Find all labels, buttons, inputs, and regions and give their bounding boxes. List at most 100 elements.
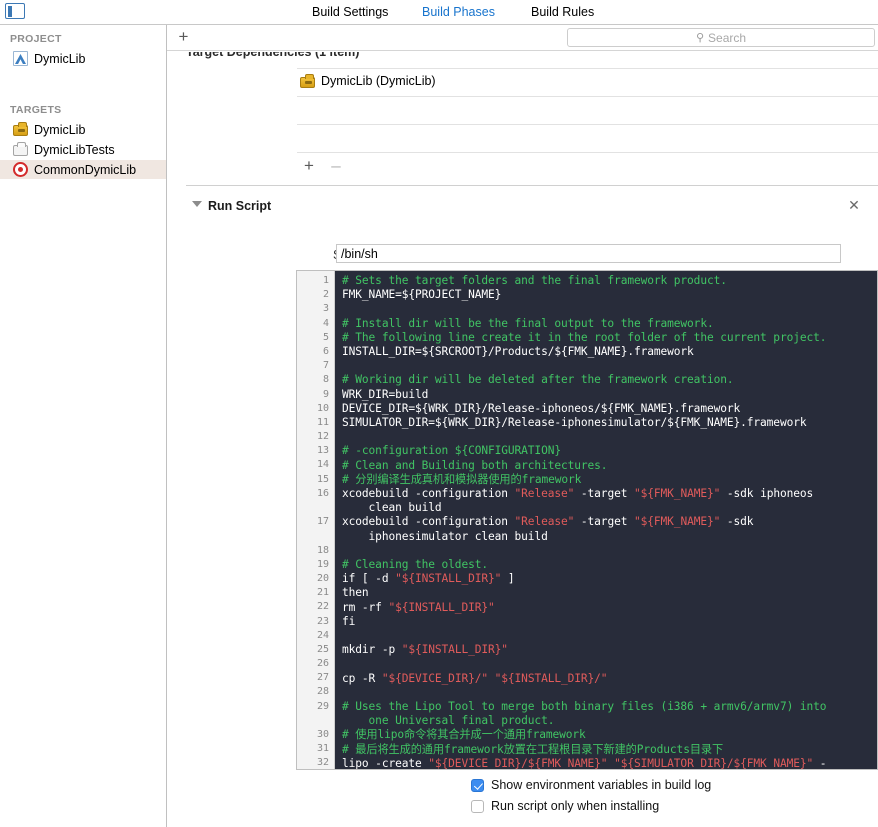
- sidebar-item-label: DymicLibTests: [34, 143, 115, 157]
- bullseye-target-icon: [13, 162, 28, 177]
- code-line: lipo -create "${DEVICE_DIR}/${FMK_NAME}"…: [342, 757, 877, 769]
- code-token: # The following line create it in the ro…: [342, 331, 826, 344]
- code-token: lipo -create: [342, 757, 428, 769]
- tab-build-settings[interactable]: Build Settings: [312, 5, 388, 19]
- xcode-build-phases-window: Build Settings Build Phases Build Rules …: [0, 0, 878, 827]
- code-line: [342, 430, 877, 444]
- row-divider: [297, 96, 878, 97]
- code-token: # Uses the Lipo Tool to merge both binar…: [342, 700, 826, 727]
- line-number: 26: [297, 657, 334, 671]
- script-code-editor[interactable]: 1234567891011121314151617181920212223242…: [296, 270, 878, 770]
- code-line: # Uses the Lipo Tool to merge both binar…: [342, 700, 877, 728]
- run-when-installing-row[interactable]: Run script only when installing: [471, 799, 659, 813]
- code-line: cp -R "${DEVICE_DIR}/" "${INSTALL_DIR}/": [342, 672, 877, 686]
- chevron-down-icon[interactable]: [192, 201, 202, 207]
- row-divider: [297, 68, 878, 69]
- row-divider: [297, 124, 878, 125]
- code-line: [342, 657, 877, 671]
- code-line: # Install dir will be the final output t…: [342, 317, 877, 331]
- code-line: [342, 359, 877, 373]
- line-number: 6: [297, 345, 334, 359]
- sidebar-item-target-commondymiclib[interactable]: CommonDymicLib: [0, 160, 166, 179]
- code-token: # 最后将生成的通用framework放置在工程根目录下新建的Products目…: [342, 743, 723, 756]
- code-token: "${INSTALL_DIR}": [395, 572, 501, 585]
- sidebar-group-targets: TARGETS: [10, 104, 62, 116]
- line-number: 17: [297, 515, 334, 543]
- add-dependency-button[interactable]: +: [300, 157, 318, 175]
- search-input[interactable]: ⚲ Search: [567, 28, 875, 47]
- run-when-installing-checkbox[interactable]: [471, 800, 484, 813]
- code-token: -target: [574, 515, 634, 528]
- tab-build-phases[interactable]: Build Phases: [422, 5, 495, 19]
- row-divider: [297, 152, 878, 153]
- dependency-label: DymicLib (DymicLib): [321, 74, 436, 88]
- shell-input[interactable]: /bin/sh: [336, 244, 841, 263]
- target-dependencies-phase: Target Dependencies (1 item) DymicLib (D…: [167, 52, 878, 184]
- dependency-row[interactable]: DymicLib (DymicLib): [300, 74, 436, 88]
- code-line: then: [342, 586, 877, 600]
- code-token: "${DEVICE_DIR}/": [382, 672, 488, 685]
- run-script-title: Run Script: [208, 199, 271, 213]
- code-line: xcodebuild -configuration "Release" -tar…: [342, 515, 877, 543]
- code-line: # Working dir will be deleted after the …: [342, 373, 877, 387]
- line-number: 14: [297, 458, 334, 472]
- show-env-vars-row[interactable]: Show environment variables in build log: [471, 778, 711, 792]
- line-number: 18: [297, 544, 334, 558]
- sidebar-item-target-dymiclibtests[interactable]: DymicLibTests: [0, 140, 166, 159]
- line-number: 13: [297, 444, 334, 458]
- run-script-header[interactable]: Run Script ✕: [167, 193, 878, 221]
- code-line: # 最后将生成的通用framework放置在工程根目录下新建的Products目…: [342, 743, 877, 757]
- code-line: [342, 544, 877, 558]
- code-line: # Clean and Building both architectures.: [342, 459, 877, 473]
- project-document-icon: [13, 51, 28, 66]
- add-build-phase-button[interactable]: +: [176, 29, 191, 44]
- toolbox-icon: [300, 77, 315, 88]
- line-number: 30: [297, 728, 334, 742]
- code-token: [488, 672, 495, 685]
- code-token: INSTALL_DIR=${SRCROOT}/Products/${FMK_NA…: [342, 345, 694, 358]
- remove-dependency-button[interactable]: –: [327, 157, 345, 175]
- code-line: SIMULATOR_DIR=${WRK_DIR}/Release-iphones…: [342, 416, 877, 430]
- show-env-vars-label: Show environment variables in build log: [491, 778, 711, 792]
- code-line: xcodebuild -configuration "Release" -tar…: [342, 487, 877, 515]
- dependency-add-remove-controls: + –: [300, 157, 345, 175]
- script-code-area[interactable]: # Sets the target folders and the final …: [335, 271, 877, 769]
- code-token: SIMULATOR_DIR=${WRK_DIR}/Release-iphones…: [342, 416, 806, 429]
- build-phases-main-panel: + ⚲ Search Target Dependencies (1 item) …: [167, 25, 878, 827]
- line-number: 3: [297, 302, 334, 316]
- code-line: mkdir -p "${INSTALL_DIR}": [342, 643, 877, 657]
- line-number: 25: [297, 643, 334, 657]
- sidebar-item-project-dymiclib[interactable]: DymicLib: [0, 49, 166, 68]
- search-icon: ⚲: [696, 31, 704, 44]
- search-placeholder: Search: [708, 31, 746, 45]
- code-line: # Sets the target folders and the final …: [342, 274, 877, 288]
- code-line: [342, 686, 877, 700]
- editor-tab-bar: Build Settings Build Phases Build Rules: [0, 0, 878, 25]
- tab-build-rules[interactable]: Build Rules: [531, 5, 594, 19]
- line-number: 1: [297, 274, 334, 288]
- run-when-installing-label: Run script only when installing: [491, 799, 659, 813]
- code-line: [342, 629, 877, 643]
- code-token: # Working dir will be deleted after the …: [342, 373, 734, 386]
- line-number: 19: [297, 558, 334, 572]
- code-token: if [ -d: [342, 572, 395, 585]
- close-icon[interactable]: ✕: [847, 198, 861, 212]
- code-line: rm -rf "${INSTALL_DIR}": [342, 601, 877, 615]
- code-line: WRK_DIR=build: [342, 388, 877, 402]
- show-env-vars-checkbox[interactable]: [471, 779, 484, 792]
- code-line: # Cleaning the oldest.: [342, 558, 877, 572]
- code-token: DEVICE_DIR=${WRK_DIR}/Release-iphoneos/$…: [342, 402, 740, 415]
- sidebar-item-target-dymiclib[interactable]: DymicLib: [0, 120, 166, 139]
- line-number: 21: [297, 586, 334, 600]
- line-number: 5: [297, 331, 334, 345]
- code-token: "Release": [515, 515, 575, 528]
- line-number: 23: [297, 615, 334, 629]
- line-number: 20: [297, 572, 334, 586]
- project-targets-sidebar: PROJECT DymicLib TARGETS DymicLib DymicL…: [0, 25, 167, 827]
- line-number: 15: [297, 473, 334, 487]
- line-number: 12: [297, 430, 334, 444]
- line-number: 11: [297, 416, 334, 430]
- code-token: "Release": [515, 487, 575, 500]
- code-token: rm -rf: [342, 601, 388, 614]
- code-token: xcodebuild -configuration: [342, 515, 515, 528]
